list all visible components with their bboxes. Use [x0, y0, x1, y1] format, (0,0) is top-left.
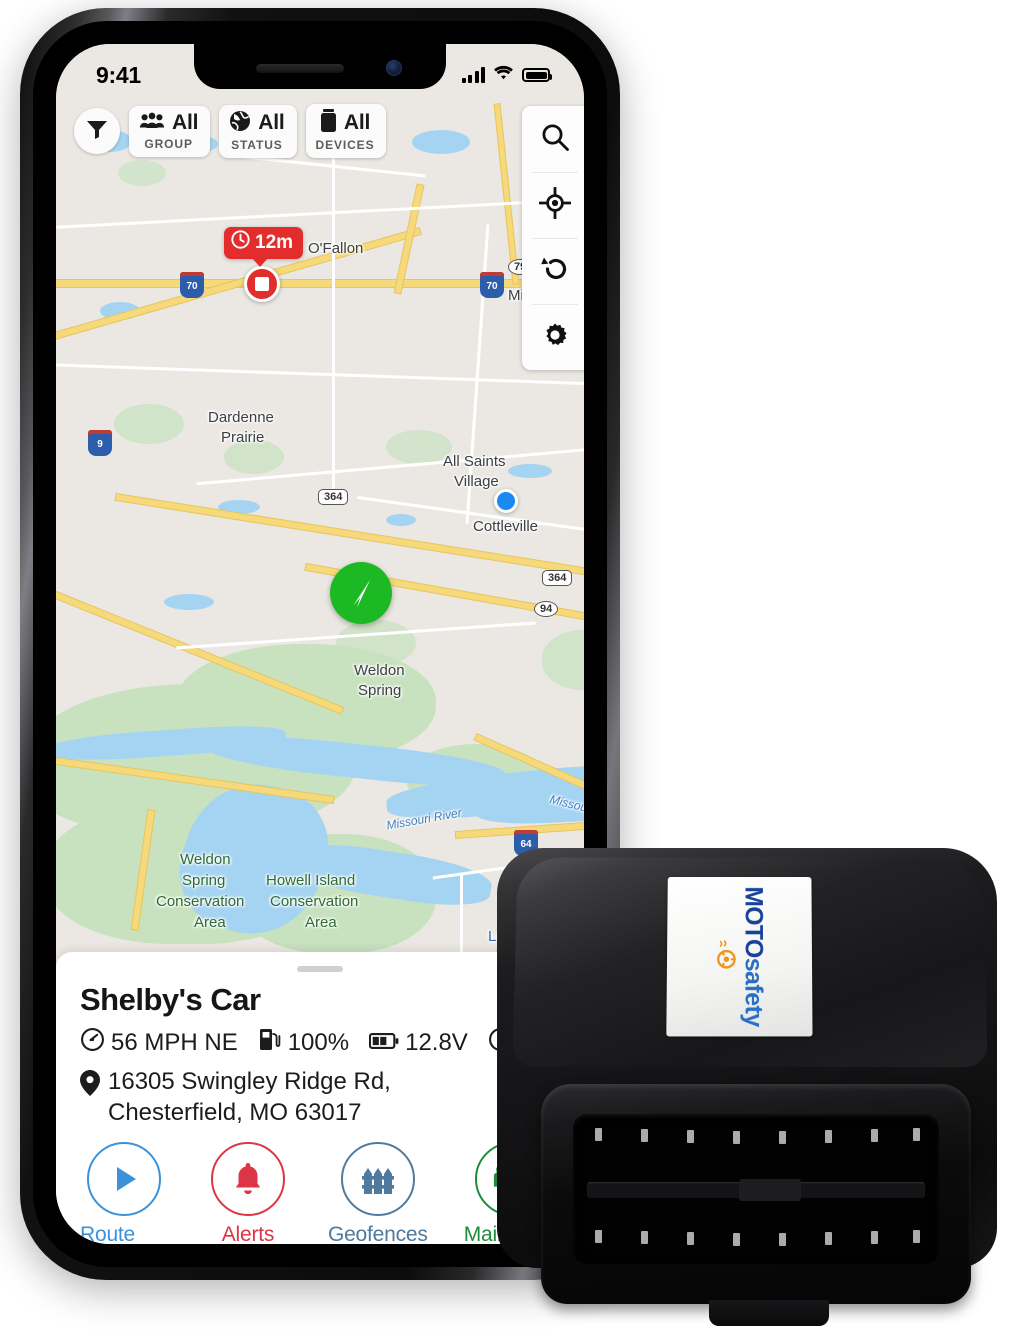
status-filter-value: All [258, 111, 285, 134]
center-location-button[interactable] [522, 172, 584, 238]
interstate-shield: 70 [180, 272, 204, 298]
history-icon [539, 253, 571, 290]
filter-bar: All GROUP All STATUS All DEVICES [74, 104, 387, 158]
map-label: Area [194, 914, 226, 931]
map-label: Prairie [221, 429, 265, 446]
locate-icon [538, 186, 572, 224]
fuel-pump-icon [258, 1027, 282, 1059]
devices-filter-value: All [343, 111, 371, 134]
map-label: Spring [182, 872, 226, 889]
interstate-shield: 9 [88, 430, 112, 456]
route-replay-label: Route Replay [80, 1223, 136, 1244]
interstate-shield: 70 [480, 272, 504, 298]
devices-filter-chip[interactable]: All DEVICES [305, 104, 387, 158]
filter-funnel-icon [85, 117, 109, 146]
map-label: All Saints [443, 453, 506, 470]
brand-primary-text: MOTO [739, 886, 768, 958]
status-time: 9:41 [96, 61, 141, 88]
map-label: Howell Island [266, 872, 356, 889]
group-filter-value: All [172, 111, 199, 134]
device-tracker-icon [320, 109, 337, 137]
voltage-stat: 12.8V [369, 1029, 468, 1057]
speed-value: 56 MPH NE [111, 1029, 238, 1056]
connector-notch [739, 1179, 801, 1201]
speed-stat: 56 MPH NE [80, 1027, 238, 1059]
group-people-icon [139, 111, 165, 136]
device-brand-label: MOTOsafety [666, 877, 813, 1037]
map-pin-icon [80, 1066, 100, 1128]
settings-button[interactable] [522, 304, 584, 370]
drag-handle[interactable] [297, 966, 343, 972]
wifi-icon [493, 65, 514, 86]
stop-duration-text: 12m [255, 231, 294, 253]
fuel-value: 100% [287, 1029, 350, 1056]
search-button[interactable] [522, 106, 584, 172]
voltage-value: 12.8V [405, 1029, 468, 1056]
search-icon [539, 121, 571, 158]
cellular-signal-icon [461, 67, 485, 83]
route-shield: 94 [534, 601, 559, 617]
device-top-face: MOTOsafety [512, 857, 988, 1067]
bell-icon [210, 1142, 285, 1216]
address-text: 16305 Swingley Ridge Rd, Chesterfield, M… [108, 1068, 391, 1126]
status-filter-chip[interactable]: All STATUS [219, 104, 297, 158]
alerts-label: Alerts [221, 1223, 275, 1244]
status-filter-label: STATUS [231, 137, 283, 152]
stop-timer-badge[interactable]: 12m [224, 227, 304, 267]
connector-tab [709, 1300, 829, 1326]
filter-button[interactable] [74, 108, 120, 154]
devices-filter-label: DEVICES [315, 138, 375, 152]
map-label: Weldon [354, 662, 405, 679]
status-bar: 9:41 [56, 44, 584, 96]
steering-wheel-icon [711, 939, 736, 973]
gear-icon [539, 319, 571, 356]
map-tool-panel [522, 106, 584, 370]
connector-slot [573, 1114, 939, 1264]
group-filter-chip[interactable]: All GROUP [129, 105, 211, 157]
map-label: Weldon [180, 851, 231, 868]
route-shield: 364 [318, 489, 349, 505]
brand-secondary-text: safety [739, 957, 768, 1027]
play-icon [86, 1142, 161, 1216]
device-body: MOTOsafety [497, 848, 997, 1326]
map-label: Dardenne [208, 409, 274, 426]
obd-connector [541, 1084, 971, 1326]
stop-marker[interactable] [244, 266, 280, 302]
product-image: 70 70 9 64 79 364 364 94 O'Fallon Mid Ri… [0, 0, 1024, 1333]
map-label: Conservation [270, 893, 359, 910]
motosafety-logo: MOTOsafety [711, 886, 768, 1027]
route-shield: 364 [542, 570, 573, 586]
obd-tracker-device: MOTOsafety [487, 842, 1007, 1327]
speedometer-icon [80, 1027, 105, 1059]
stop-square-icon [255, 277, 269, 291]
battery-icon [369, 1029, 399, 1057]
route-replay-button[interactable]: Route Replay [80, 1142, 168, 1244]
status-globe-icon [229, 110, 251, 137]
refresh-history-button[interactable] [522, 238, 584, 304]
clock-icon [231, 230, 250, 255]
alerts-button[interactable]: Alerts [204, 1142, 292, 1244]
fence-icon [340, 1142, 415, 1216]
map-label: O'Fallon [308, 240, 364, 257]
fuel-stat: 100% [258, 1027, 349, 1059]
map-label: Cottleville [473, 518, 539, 535]
geofences-button[interactable]: Geofences [328, 1142, 428, 1244]
map-label: Area [305, 914, 337, 931]
map-label: Village [454, 473, 499, 490]
geofences-label: Geofences [327, 1223, 428, 1244]
map-label: Conservation [156, 893, 245, 910]
vehicle-marker[interactable] [330, 562, 392, 624]
connector-divider [587, 1179, 925, 1201]
map-label: Spring [358, 682, 402, 699]
battery-icon [522, 68, 552, 82]
group-filter-label: GROUP [144, 136, 193, 151]
user-location-dot [494, 489, 518, 513]
